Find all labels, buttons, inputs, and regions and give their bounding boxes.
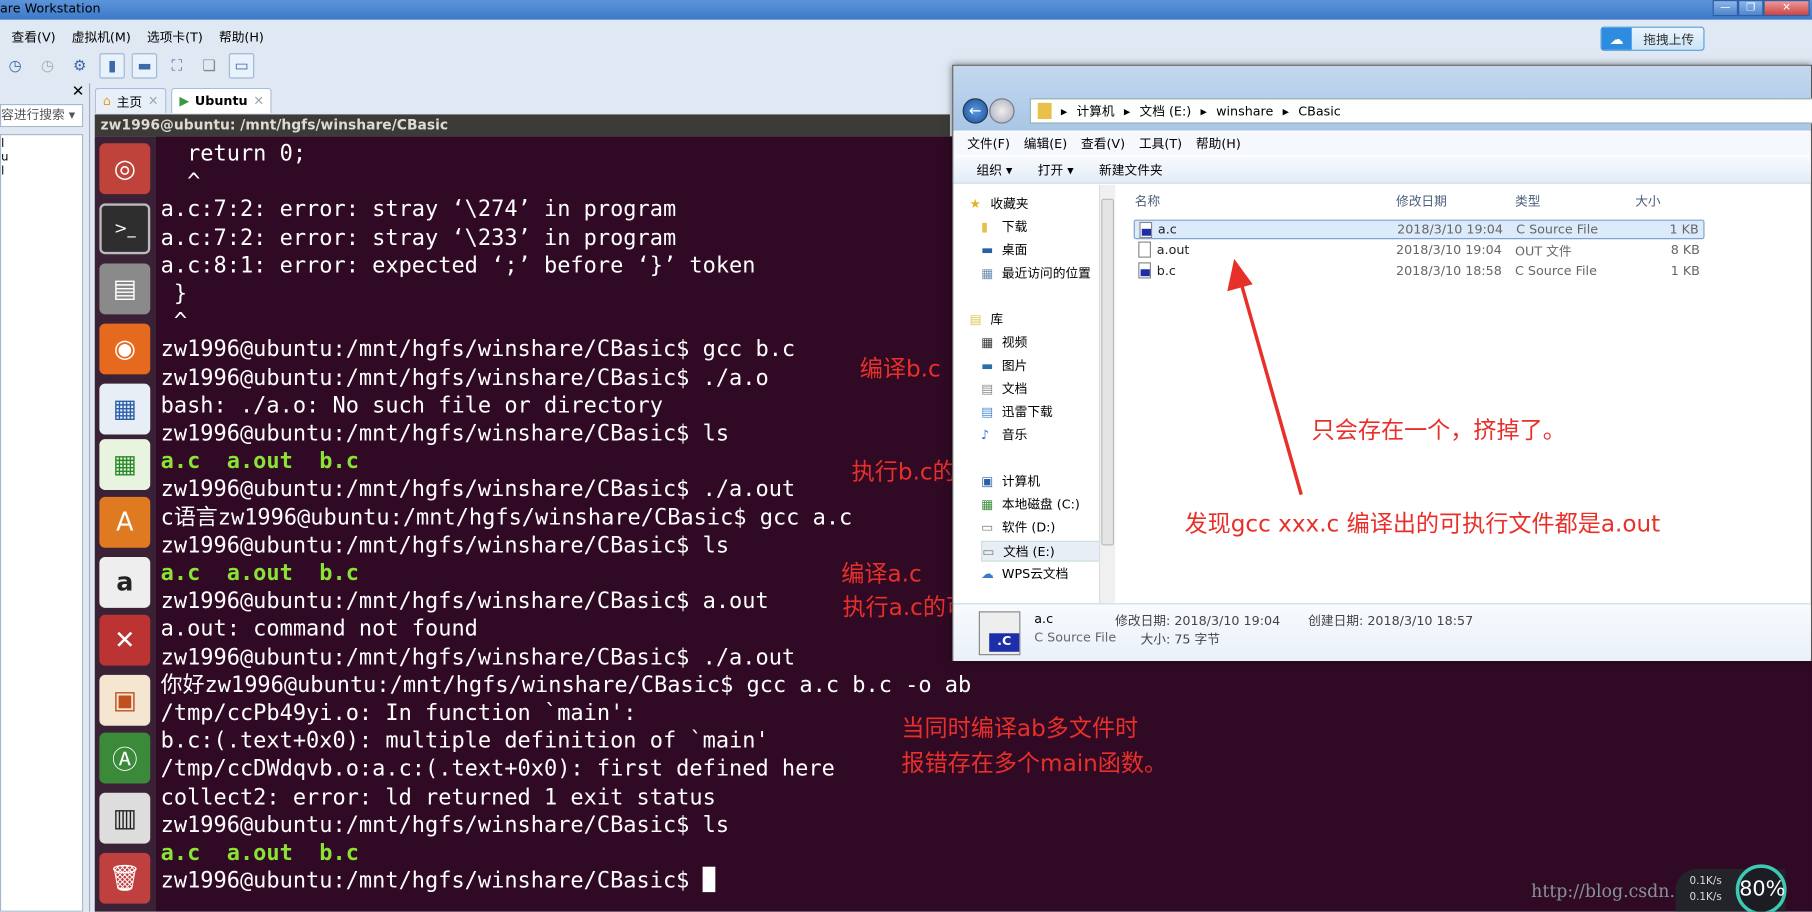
download-speed: 0.1K/s bbox=[1689, 892, 1722, 904]
upload-speed: 0.1K/s bbox=[1689, 875, 1722, 888]
memory-gauge[interactable]: 80% bbox=[1735, 864, 1787, 912]
annotation-arrow bbox=[1227, 258, 1303, 496]
